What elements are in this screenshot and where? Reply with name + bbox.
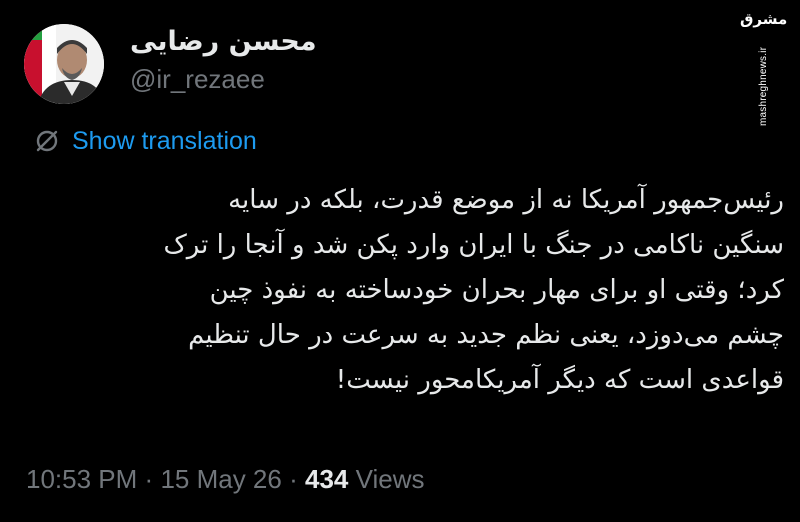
watermark: مشرق mashreghnews.ir: [738, 8, 792, 128]
tweet-text-line: چشم می‌دوزد، یعنی نظم جدید به سرعت در حا…: [188, 320, 784, 350]
views-count[interactable]: 434: [305, 464, 348, 494]
meta-separator: ·: [289, 464, 298, 494]
watermark-logo: مشرق: [740, 10, 788, 28]
watermark-url: mashreghnews.ir: [758, 46, 769, 126]
tweet-text-line: رئیس‌جمهور آمریکا نه از موضع قدرت، بلکه …: [228, 185, 784, 215]
tweet-time[interactable]: 10:53 PM: [26, 464, 137, 494]
views-label[interactable]: Views: [356, 464, 425, 494]
user-handle[interactable]: @ir_rezaee: [130, 64, 265, 95]
display-name[interactable]: محسن رضایی: [130, 26, 317, 57]
avatar[interactable]: [24, 24, 104, 104]
tweet-date[interactable]: 15 May 26: [160, 464, 281, 494]
show-translation-button[interactable]: Show translation: [34, 124, 257, 158]
tweet-text: رئیس‌جمهور آمریکا نه از موضع قدرت، بلکه …: [22, 178, 784, 403]
show-translation-label[interactable]: Show translation: [72, 127, 257, 156]
tweet-text-line: کرد؛ وقتی او برای مهار بحران خودساخته به…: [209, 275, 784, 305]
meta-separator: ·: [144, 464, 154, 494]
tweet-text-line: قواعدی است که دیگر آمریکامحور نیست!: [335, 365, 784, 395]
tweet-text-line: سنگین ناکامی در جنگ با ایران وارد پکن شد…: [163, 230, 784, 260]
globe-slash-icon: [36, 130, 58, 152]
tweet-metadata: 10:53 PM · 15 May 26 · 434 Views: [26, 464, 425, 495]
